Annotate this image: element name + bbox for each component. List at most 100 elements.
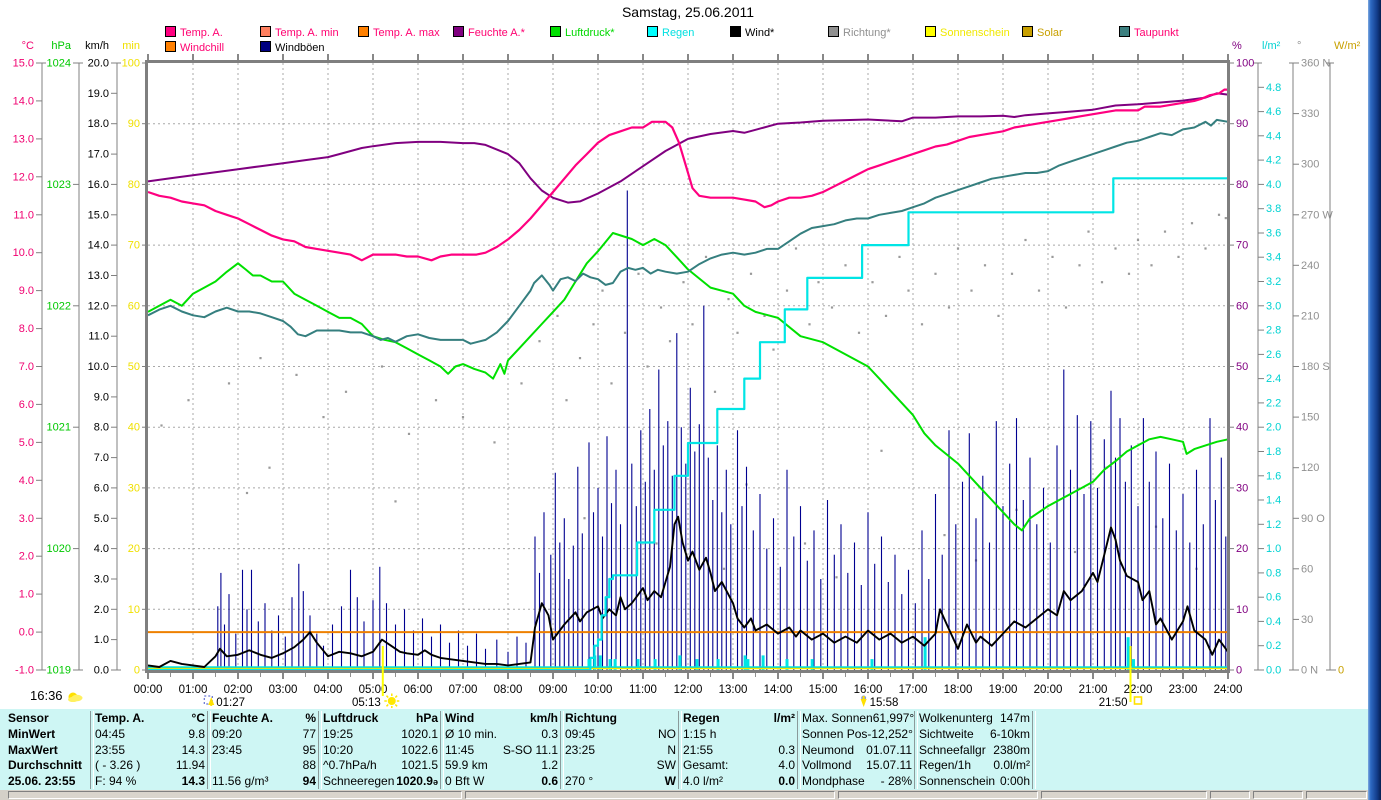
table-cell: 4.0 [778,758,795,773]
svg-text:9.0: 9.0 [19,285,34,297]
svg-text:10:00: 10:00 [584,684,613,696]
table-cell: % [305,711,316,725]
svg-text:15:58: 15:58 [870,697,899,708]
svg-text:150: 150 [1301,412,1319,424]
table-cell: 59.9 km [445,758,488,773]
table-cell: 09:45 [565,726,596,741]
svg-text:19.0: 19.0 [88,88,109,100]
table-cell: ^0.7hPa/h [323,758,377,773]
axis-wm2: 0 W/m² [1326,40,1361,677]
svg-text:60: 60 [128,300,140,312]
table-cell: 10:20 [323,742,354,757]
svg-text:0.0: 0.0 [1266,665,1281,677]
plot-border-bottom [145,670,1230,673]
svg-text:50: 50 [1236,361,1248,373]
svg-text:120: 120 [1301,462,1319,474]
sun-cloud-icon [68,692,83,703]
axis-deg: 360 N 330 300 270 W 240 210 180 S 150 120 90 O 60 3… [1289,40,1333,677]
svg-text:4.8: 4.8 [1266,82,1281,94]
table-cell: 4.0 l/m² [683,774,724,788]
table-cell: Feuchte A. [212,711,273,725]
svg-text:300: 300 [1301,159,1319,171]
table-row: 1:15 h [683,727,795,742]
statistics-table: Sensor MinWert MaxWert Durchschnitt 25.06. 2… [0,708,1368,791]
table-row: Wind km/h [445,711,558,726]
table-cell: 2380m [993,742,1030,757]
svg-text:8.0: 8.0 [19,323,34,335]
svg-text:3.8: 3.8 [1266,203,1281,215]
table-cell: 1020.1 [401,726,438,741]
table-col-regen: Regen l/m² 1:15 h 21:55 0.3 Gesamt: 4.0 4.0 l/m… [683,711,795,789]
day-length: 16:36 [30,688,84,703]
svg-text:2.0: 2.0 [1266,422,1281,434]
svg-text:21:00: 21:00 [1079,684,1108,696]
table-cell: Gesamt: [683,758,729,773]
table-row: 23:45 95 [212,743,316,758]
svg-text:8.0: 8.0 [94,422,109,434]
svg-text:°: ° [1297,40,1301,52]
svg-text:01:00: 01:00 [179,684,208,696]
table-cell: Richtung [565,711,617,725]
status-panel-3 [838,791,1038,799]
svg-text:360 N: 360 N [1301,58,1330,70]
status-panel-4 [1041,791,1207,799]
svg-text:11.0: 11.0 [88,331,109,343]
table-cell: Sichtweite [919,726,974,741]
table-row: 4.0 l/m² 0.0 [683,774,795,789]
table-cell: 61,997° [872,711,915,725]
table-row: 11:45 S-SO 11.1 [445,743,558,758]
table-row: 09:45 NO [565,727,676,742]
svg-text:1.6: 1.6 [1266,470,1281,482]
svg-text:11:00: 11:00 [629,684,657,696]
svg-text:1022: 1022 [47,300,71,312]
svg-text:13:00: 13:00 [719,684,748,696]
svg-text:19:00: 19:00 [989,684,1018,696]
svg-text:10: 10 [128,604,140,616]
svg-text:10.0: 10.0 [13,247,34,259]
table-col-luftdruck: Luftdruck hPa 19:25 1020.1 10:20 1022.6 ^0.7hP… [323,711,438,789]
table-divider [1032,711,1036,789]
table-row: Durchschnitt [8,758,88,773]
table-row: Regen l/m² [683,711,795,726]
svg-text:18:00: 18:00 [944,684,973,696]
table-cell: MinWert [8,726,56,741]
svg-text:9.0: 9.0 [94,391,109,403]
svg-text:10.0: 10.0 [88,361,109,373]
table-divider [914,711,918,789]
table-row: Feuchte A.% [212,711,316,726]
table-cell: l/m² [773,711,795,725]
svg-text:0: 0 [134,665,140,677]
svg-text:12:00: 12:00 [674,684,703,696]
axis-min: 1009080706050403020100min [122,40,148,677]
svg-text:13.0: 13.0 [13,133,34,145]
svg-text:270 W: 270 W [1301,209,1333,221]
table-cell: 04:45 [95,726,126,741]
table-row: Schneefallgr 2380m [919,743,1030,758]
svg-text:70: 70 [128,240,140,252]
svg-text:km/h: km/h [85,40,109,52]
table-row: Sonnen Pos -12,252° [802,727,913,742]
svg-text:15:00: 15:00 [809,684,838,696]
svg-text:2.0: 2.0 [19,551,34,563]
table-row: 23:55 14.3 [95,743,205,758]
table-cell: 94 [302,774,316,788]
table-cell: 77 [302,726,316,741]
table-cell: Regen/1h [919,758,972,773]
table-cell: 21:55 [683,742,714,757]
svg-text:4.6: 4.6 [1266,106,1281,118]
table-divider [90,711,94,789]
svg-text:3.0: 3.0 [1266,300,1281,312]
moonset-marker: 15:58 [860,695,899,708]
day-length-value: 16:36 [30,688,63,703]
svg-text:06:00: 06:00 [404,684,433,696]
table-cell: Ø 10 min. [445,726,498,741]
table-cell: Max. Sonnen [802,711,873,725]
table-row: ^0.7hPa/h 1021.5 [323,758,438,773]
svg-text:03:00: 03:00 [269,684,298,696]
table-cell: Regen [683,711,720,725]
svg-text:7.0: 7.0 [19,361,34,373]
wswin-weather-window: Samstag, 25.06.2011 Temp. A. Temp. A. min… [0,0,1381,800]
table-col-wind: Wind km/h Ø 10 min. 0.3 11:45 S-SO 11.1 59.9 k… [445,711,558,789]
svg-text:80: 80 [1236,179,1248,191]
svg-text:210: 210 [1301,310,1319,322]
